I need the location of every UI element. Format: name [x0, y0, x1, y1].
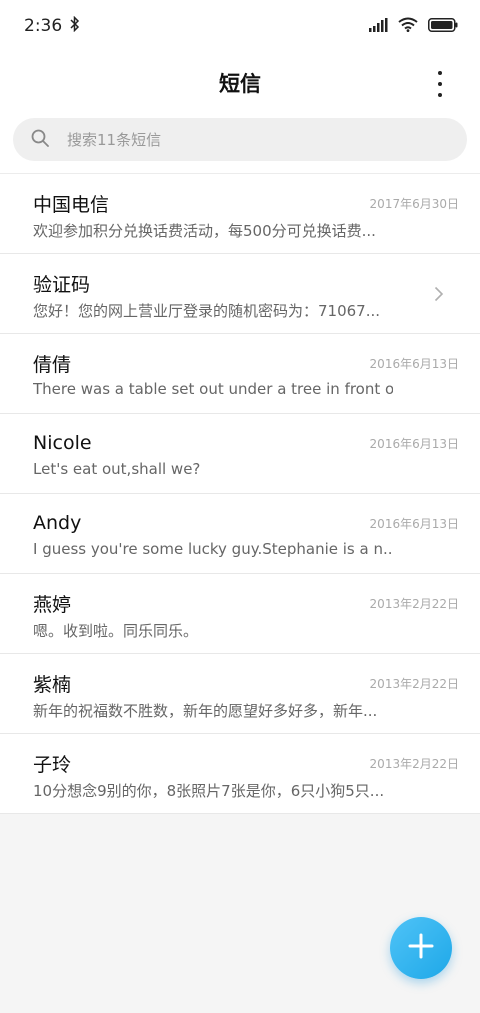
sender-name: 子玲 [33, 753, 72, 776]
message-date: 2013年2月22日 [369, 676, 459, 691]
message-header: 子玲 2013年2月22日 [33, 750, 462, 776]
top-section: 2:36 短信 搜索11条短信 [0, 0, 480, 173]
message-date: 2016年6月13日 [369, 436, 459, 451]
signal-icon [369, 17, 388, 36]
message-date: 2017年6月30日 [369, 196, 459, 211]
message-header: 燕婷 2013年2月22日 [33, 590, 462, 616]
message-item-2[interactable]: 倩倩 2016年6月13日 There was a table set out … [0, 334, 480, 414]
message-item-0[interactable]: 中国电信 2017年6月30日 欢迎参加积分兑换话费活动，每500分可兑换话费.… [0, 174, 480, 254]
message-item-3[interactable]: Nicole 2016年6月13日 Let's eat out,shall we… [0, 414, 480, 494]
message-preview: There was a table set out under a tree i… [33, 380, 393, 398]
search-icon [31, 129, 49, 151]
status-left: 2:36 [24, 15, 80, 37]
more-options-icon[interactable] [428, 71, 452, 97]
bluetooth-icon [70, 15, 80, 37]
sender-name: 燕婷 [33, 593, 72, 616]
search-wrapper [0, 114, 480, 173]
message-date: 2016年6月13日 [369, 356, 459, 371]
dot [438, 93, 442, 97]
status-time: 2:36 [24, 16, 63, 36]
dot [438, 82, 442, 86]
sender-name: Nicole [33, 432, 92, 454]
sender-name: 中国电信 [33, 193, 110, 216]
message-preview: Let's eat out,shall we? [33, 460, 201, 478]
message-header: Nicole 2016年6月13日 [33, 430, 462, 456]
chevron-right-icon [434, 286, 444, 306]
sender-name: 倩倩 [33, 353, 72, 376]
messages-screen: 2:36 短信 搜索11条短信 中国电信 2017年6月30日 欢迎参加积分兑换… [0, 0, 480, 1013]
dot [438, 71, 442, 75]
message-item-5[interactable]: 燕婷 2013年2月22日 嗯。收到啦。同乐同乐。 [0, 574, 480, 654]
battery-icon [428, 17, 458, 36]
sender-name: 验证码 [33, 273, 91, 296]
message-item-7[interactable]: 子玲 2013年2月22日 10分想念9别的你，8张照片7张是你，6只小狗5只.… [0, 734, 480, 814]
search-bar[interactable] [13, 118, 467, 161]
sender-name: 紫楠 [33, 673, 72, 696]
message-header: 中国电信 2017年6月30日 [33, 190, 462, 216]
message-preview: 10分想念9别的你，8张照片7张是你，6只小狗5只... [33, 782, 385, 800]
wifi-icon [398, 17, 418, 36]
message-header: Andy 2016年6月13日 [33, 510, 462, 536]
message-preview: 欢迎参加积分兑换话费活动，每500分可兑换话费... [33, 222, 376, 240]
message-item-4[interactable]: Andy 2016年6月13日 I guess you're some luck… [0, 494, 480, 574]
page-title: 短信 [219, 72, 261, 96]
message-preview: 嗯。收到啦。同乐同乐。 [33, 622, 199, 640]
message-header: 紫楠 2013年2月22日 [33, 670, 462, 696]
message-header: 倩倩 2016年6月13日 [33, 350, 462, 376]
status-right [369, 17, 458, 36]
message-date: 2013年2月22日 [369, 756, 459, 771]
message-preview: I guess you're some lucky guy.Stephanie … [33, 540, 393, 558]
sender-name: Andy [33, 512, 82, 534]
status-bar: 2:36 [0, 0, 480, 52]
message-item-6[interactable]: 紫楠 2013年2月22日 新年的祝福数不胜数，新年的愿望好多好多，新年... [0, 654, 480, 734]
message-item-1[interactable]: 验证码 您好！您的网上营业厅登录的随机密码为：71067... [0, 254, 480, 334]
compose-button[interactable] [390, 917, 452, 979]
message-date: 2016年6月13日 [369, 516, 459, 531]
plus-icon [408, 933, 434, 963]
message-date: 2013年2月22日 [369, 596, 459, 611]
message-preview: 新年的祝福数不胜数，新年的愿望好多好多，新年... [33, 702, 378, 720]
message-list: 中国电信 2017年6月30日 欢迎参加积分兑换话费活动，每500分可兑换话费.… [0, 173, 480, 814]
title-bar: 短信 [0, 52, 480, 114]
search-input[interactable] [67, 130, 407, 149]
message-preview: 您好！您的网上营业厅登录的随机密码为：71067... [33, 302, 381, 320]
message-header: 验证码 [33, 270, 462, 296]
